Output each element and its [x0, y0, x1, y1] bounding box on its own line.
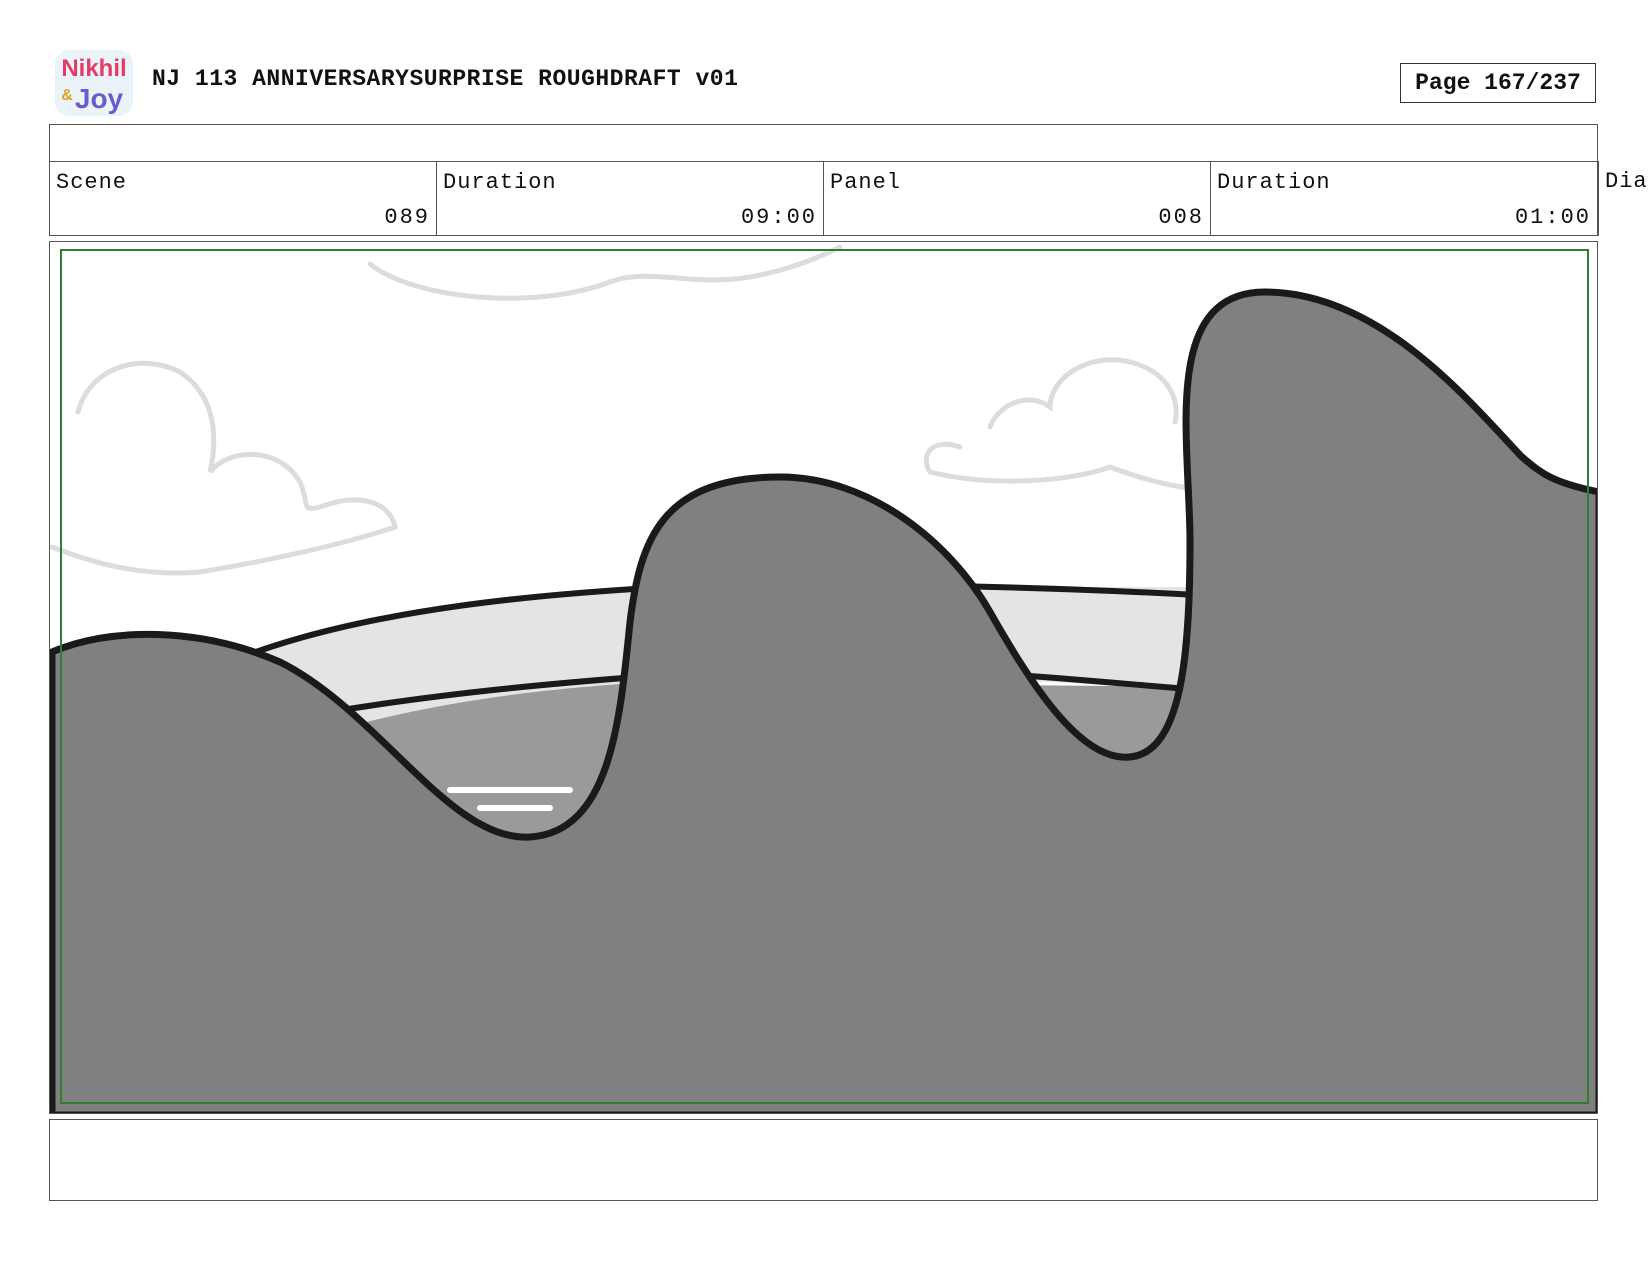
show-logo: Nikhil & Joy	[55, 50, 133, 116]
scene-label: Scene	[56, 170, 128, 195]
panel-label: Panel	[830, 170, 902, 195]
panel-drawing	[50, 244, 1597, 1113]
scene-value: 089	[384, 205, 430, 230]
logo-text-top: Nikhil	[61, 55, 126, 82]
scene-duration-label: Duration	[443, 170, 557, 195]
notes-box	[49, 1119, 1598, 1201]
dialogue-label: Dia	[1605, 169, 1648, 194]
scene-info-row: Scene 089 Duration 09:00 Panel 008 Durat…	[49, 161, 1649, 236]
logo-text-amp: &	[61, 87, 73, 104]
scene-duration-value: 09:00	[740, 205, 817, 230]
cloud-left	[50, 360, 398, 576]
clouds	[50, 244, 1243, 576]
panel-duration-cell: Duration 01:00	[1210, 161, 1598, 236]
scene-cell: Scene 089	[49, 161, 437, 236]
rolling-hills	[50, 288, 1597, 1113]
cloud-top	[367, 244, 843, 301]
panel-cell: Panel 008	[823, 161, 1211, 236]
panel-duration-value: 01:00	[1514, 205, 1591, 230]
panel-value: 008	[1158, 205, 1204, 230]
page-number: Page 167/237	[1400, 63, 1596, 103]
dialogue-cell: Dia	[1598, 161, 1649, 236]
logo-text-bottom: Joy	[75, 83, 124, 114]
scene-duration-cell: Duration 09:00	[436, 161, 824, 236]
panel-duration-label: Duration	[1217, 170, 1331, 195]
document-title: NJ 113 ANNIVERSARYSURPRISE ROUGHDRAFT v0…	[152, 66, 739, 92]
storyboard-panel	[49, 241, 1598, 1114]
header-blank-row	[49, 124, 1598, 162]
